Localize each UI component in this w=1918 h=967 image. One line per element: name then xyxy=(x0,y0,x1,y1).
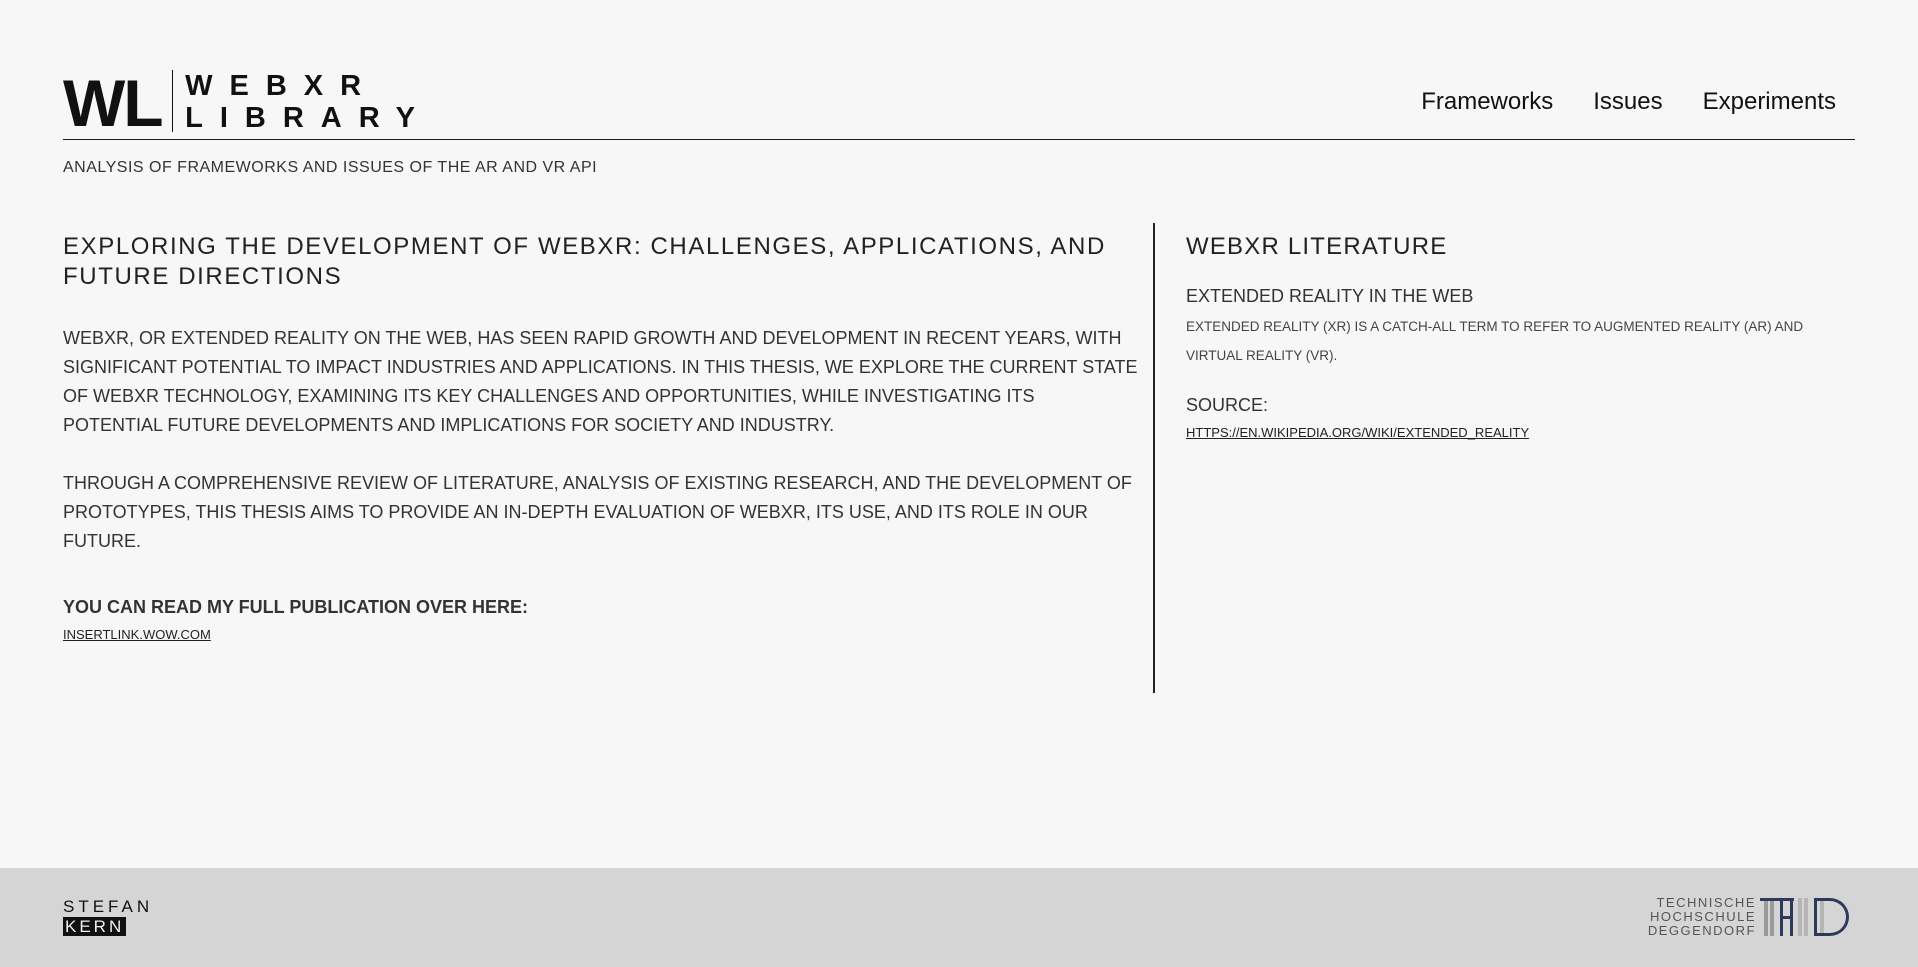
institution-line: HOCHSCHULE xyxy=(1649,909,1756,924)
main-nav: Frameworks Issues Experiments xyxy=(1421,86,1836,118)
logo-divider xyxy=(171,70,174,132)
institution-logo[interactable]: TECHNISCHE HOCHSCHULE DEGGENDORF xyxy=(1648,896,1856,938)
literature-sidebar: WEBXR LITERATURE EXTENDED REALITY IN THE… xyxy=(1186,232,1856,442)
publication-link[interactable]: INSERTLINK.WOW.COM xyxy=(63,627,211,642)
author-last-name: KERN xyxy=(63,917,127,936)
thd-logo-icon xyxy=(1760,898,1849,936)
intro-paragraph: WEBXR, OR EXTENDED REALITY ON THE WEB, H… xyxy=(63,328,1138,435)
sidebar-subtitle: EXTENDED REALITY IN THE WEB xyxy=(1186,286,1474,306)
logo-word-library: LIBRARY xyxy=(185,102,432,134)
nav-issues[interactable]: Issues xyxy=(1593,86,1662,118)
logo-word-webxr: WEBXR xyxy=(185,70,379,102)
site-logo[interactable]: WL WEBXR LIBRARY xyxy=(63,68,432,138)
main-title: EXPLORING THE DEVELOPMENT OF WEBXR: CHAL… xyxy=(63,233,1106,290)
source-label: SOURCE: xyxy=(1186,395,1269,415)
nav-frameworks[interactable]: Frameworks xyxy=(1421,86,1553,118)
site-header: WL WEBXR LIBRARY Frameworks Issues Exper… xyxy=(63,68,1855,140)
page: WL WEBXR LIBRARY Frameworks Issues Exper… xyxy=(0,0,1918,967)
method-paragraph: THROUGH A COMPREHENSIVE REVIEW OF LITERA… xyxy=(63,473,1132,551)
institution-name: TECHNISCHE HOCHSCHULE DEGGENDORF xyxy=(1648,896,1756,938)
author-first-name: STEFAN xyxy=(63,897,154,916)
sidebar-title: WEBXR LITERATURE xyxy=(1186,233,1448,260)
site-footer: STEFAN KERN TECHNISCHE HOCHSCHULE DEGGEN… xyxy=(0,868,1918,967)
source-link[interactable]: HTTPS://EN.WIKIPEDIA.ORG/WIKI/EXTENDED_R… xyxy=(1186,425,1529,440)
logo-words: WEBXR LIBRARY xyxy=(185,70,432,134)
institution-line: DEGGENDORF xyxy=(1647,923,1756,938)
author-logo: STEFAN KERN xyxy=(63,898,153,937)
logo-mark: WL xyxy=(63,66,164,140)
column-divider xyxy=(1153,223,1155,693)
sidebar-text: EXTENDED REALITY (XR) IS A CATCH-ALL TER… xyxy=(1186,319,1804,363)
nav-experiments[interactable]: Experiments xyxy=(1703,86,1836,118)
institution-line: TECHNISCHE xyxy=(1656,895,1756,910)
site-tagline: ANALYSIS OF FRAMEWORKS AND ISSUES OF THE… xyxy=(63,159,598,176)
main-content: EXPLORING THE DEVELOPMENT OF WEBXR: CHAL… xyxy=(63,232,1138,644)
publication-label: YOU CAN READ MY FULL PUBLICATION OVER HE… xyxy=(63,597,529,617)
